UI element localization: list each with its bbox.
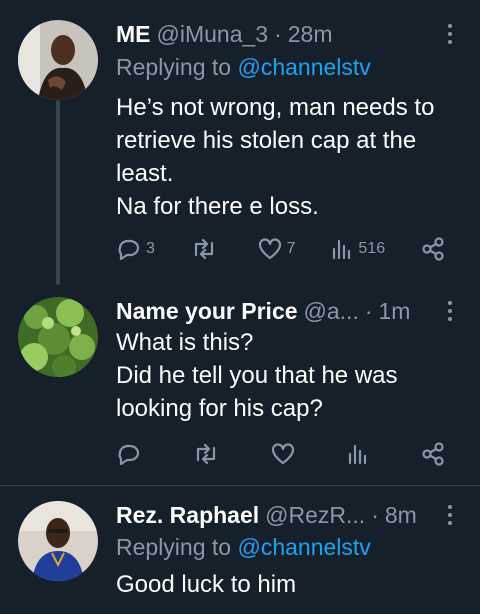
share-button[interactable] (420, 441, 446, 467)
tweet-line: Good luck to him (116, 571, 297, 598)
tweet-header: ME @iMuna_3 · 28m (116, 17, 480, 51)
thread-line (56, 100, 60, 285)
reply-icon (118, 444, 140, 466)
replying-prefix: Replying to (116, 54, 232, 80)
like-button[interactable] (270, 442, 300, 466)
tweet-header: Name your Price @a... · 1m (116, 294, 480, 328)
separator: · (274, 20, 282, 47)
display-name[interactable]: Name your Price (116, 298, 298, 325)
avatar[interactable] (18, 297, 98, 377)
replying-to: Replying to @channelstv (116, 534, 371, 561)
separator: · (371, 501, 379, 528)
timestamp[interactable]: 1m (379, 298, 411, 325)
tweet-1[interactable]: ME @iMuna_3 · 28m Replying to @channelst… (0, 0, 480, 285)
views-icon (333, 239, 351, 260)
tweet-text: Good luck to him (116, 568, 461, 601)
retweet-button[interactable] (190, 237, 222, 261)
user-handle[interactable]: @RezR... (265, 502, 365, 529)
heart-icon (258, 238, 281, 260)
retweet-icon (194, 238, 213, 260)
tweet-actions: 3 7 516 (116, 234, 446, 264)
timestamp[interactable]: 8m (385, 502, 417, 529)
like-button[interactable]: 7 (257, 237, 296, 261)
display-name[interactable]: Rez. Raphael (116, 502, 259, 529)
tweet-line: retrieve his stolen cap at the (116, 127, 417, 154)
timestamp[interactable]: 28m (288, 21, 333, 48)
separator: · (364, 297, 373, 324)
tweet-3[interactable]: Rez. Raphael @RezR... · 8m Replying to @… (0, 486, 480, 614)
avatar[interactable] (18, 20, 98, 100)
share-icon (422, 442, 444, 466)
display-name[interactable]: ME (116, 21, 151, 48)
tweet-2[interactable]: Name your Price @a... · 1m What is this?… (0, 285, 480, 485)
views-icon (348, 444, 367, 465)
tweet-line: least. (116, 160, 174, 187)
more-icon[interactable] (440, 296, 460, 326)
tweet-line: He’s not wrong, man needs to (116, 94, 435, 121)
reply-count: 3 (146, 240, 155, 257)
tweet-text: He’s not wrong, man needs to retrieve hi… (116, 91, 461, 223)
mention-link[interactable]: @channelstv (237, 534, 370, 560)
reply-button[interactable] (116, 442, 146, 466)
share-button[interactable] (420, 236, 446, 262)
tweet-line: Na for there e loss. (116, 193, 319, 220)
views-button[interactable] (346, 442, 374, 466)
tweet-line: What is this? (116, 329, 254, 356)
retweet-button[interactable] (192, 442, 224, 466)
tweet-feed: ME @iMuna_3 · 28m Replying to @channelst… (0, 0, 480, 614)
reply-icon (118, 239, 140, 261)
tweet-actions (116, 439, 446, 469)
tweet-text: What is this? Did he tell you that he wa… (116, 326, 461, 425)
mention-link[interactable]: @channelstv (237, 54, 370, 80)
retweet-icon (196, 443, 216, 465)
more-icon[interactable] (440, 500, 460, 530)
reply-button[interactable]: 3 (116, 237, 155, 261)
views-count: 516 (358, 240, 386, 257)
more-icon[interactable] (440, 19, 460, 49)
like-count: 7 (286, 240, 296, 257)
replying-prefix: Replying to (116, 534, 232, 560)
views-button[interactable]: 516 (330, 237, 385, 261)
user-handle[interactable]: @iMuna_3 (157, 21, 269, 48)
replying-to: Replying to @channelstv (116, 54, 371, 81)
share-icon (422, 237, 444, 261)
heart-icon (271, 443, 295, 465)
user-handle[interactable]: @a... (304, 298, 359, 325)
tweet-line: looking for his cap? (116, 395, 323, 422)
tweet-header: Rez. Raphael @RezR... · 8m (116, 498, 480, 532)
tweet-line: Did he tell you that he was (116, 362, 398, 389)
avatar[interactable] (18, 501, 98, 581)
